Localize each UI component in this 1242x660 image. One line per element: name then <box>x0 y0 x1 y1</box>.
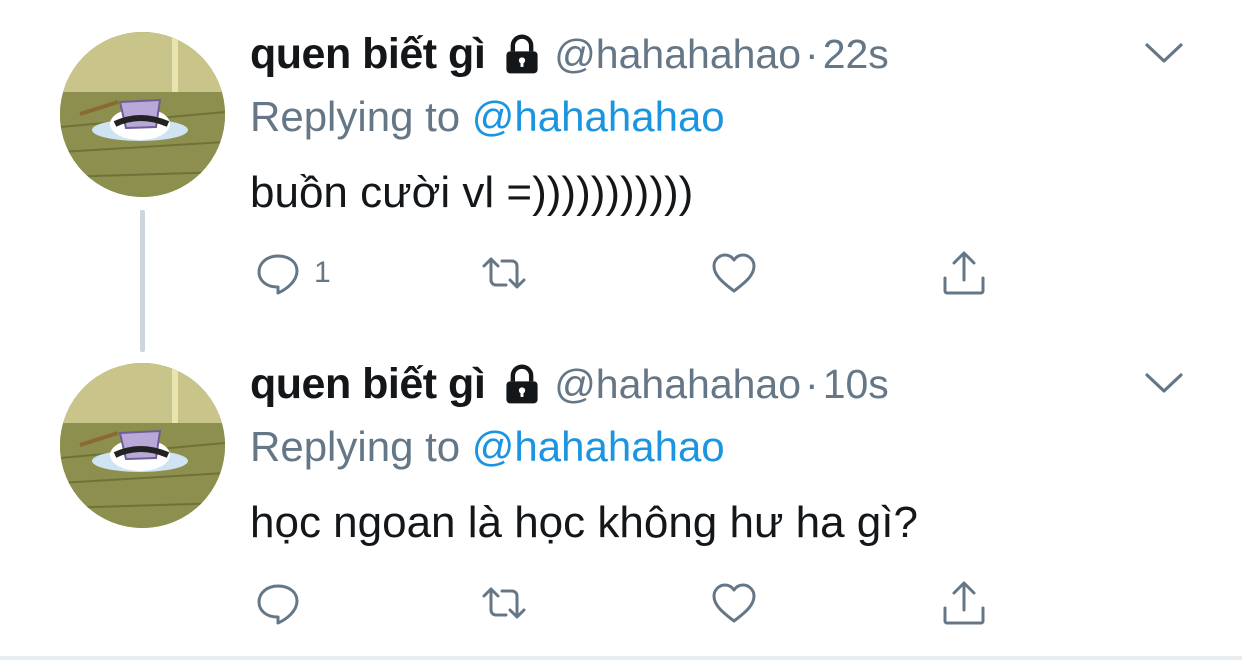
timestamp[interactable]: 22s <box>823 31 889 77</box>
tweet-actions: 1 <box>254 248 1014 298</box>
chevron-down-icon[interactable] <box>1145 372 1183 394</box>
tweet-header: quen biết gì @hahahahao·10s <box>250 360 889 410</box>
chevron-down-icon[interactable] <box>1145 42 1183 64</box>
like-icon <box>712 253 756 293</box>
user-handle[interactable]: @hahahahao <box>554 31 801 77</box>
separator-dot: · <box>805 31 819 77</box>
replying-to: Replying to @hahahahao <box>250 93 725 141</box>
display-name[interactable]: quen biết gì <box>250 360 486 408</box>
mention-link[interactable]: @hahahahao <box>472 93 725 140</box>
share-button[interactable] <box>940 578 988 628</box>
tweet-actions <box>254 578 1014 628</box>
user-handle[interactable]: @hahahahao <box>554 361 801 407</box>
replying-to: Replying to @hahahahao <box>250 423 725 471</box>
avatar-image <box>60 363 225 528</box>
lock-icon <box>506 33 538 73</box>
tweet[interactable]: quen biết gì @hahahahao·22s Replying to … <box>0 0 1242 352</box>
lock-icon <box>506 363 538 403</box>
reply-count: 1 <box>314 256 331 289</box>
display-name[interactable]: quen biết gì <box>250 30 486 78</box>
retweet-button[interactable] <box>480 248 528 298</box>
retweet-icon <box>482 587 526 619</box>
separator-dot: · <box>805 361 819 407</box>
like-button[interactable] <box>710 248 758 298</box>
avatar-image <box>60 32 225 197</box>
timestamp[interactable]: 10s <box>823 361 889 407</box>
tweet-header: quen biết gì @hahahahao·22s <box>250 30 889 80</box>
reply-button[interactable] <box>254 578 314 628</box>
avatar[interactable] <box>60 32 225 197</box>
like-button[interactable] <box>710 578 758 628</box>
tweet-text: buồn cười vl =))))))))))) <box>250 168 694 217</box>
share-icon <box>943 581 985 625</box>
share-icon <box>943 251 985 295</box>
share-button[interactable] <box>940 248 988 298</box>
tweet-text: học ngoan là học không hư ha gì? <box>250 498 918 547</box>
reply-button[interactable]: 1 <box>254 248 331 298</box>
tweet[interactable]: quen biết gì @hahahahao·10s Replying to … <box>0 330 1242 660</box>
bottom-divider <box>0 656 1242 660</box>
mention-link[interactable]: @hahahahao <box>472 423 725 470</box>
reply-icon <box>257 584 299 625</box>
reply-icon <box>257 254 299 295</box>
retweet-button[interactable] <box>480 578 528 628</box>
like-icon <box>712 583 756 623</box>
retweet-icon <box>482 257 526 289</box>
replying-prefix: Replying to <box>250 93 461 140</box>
avatar[interactable] <box>60 363 225 528</box>
replying-prefix: Replying to <box>250 423 461 470</box>
